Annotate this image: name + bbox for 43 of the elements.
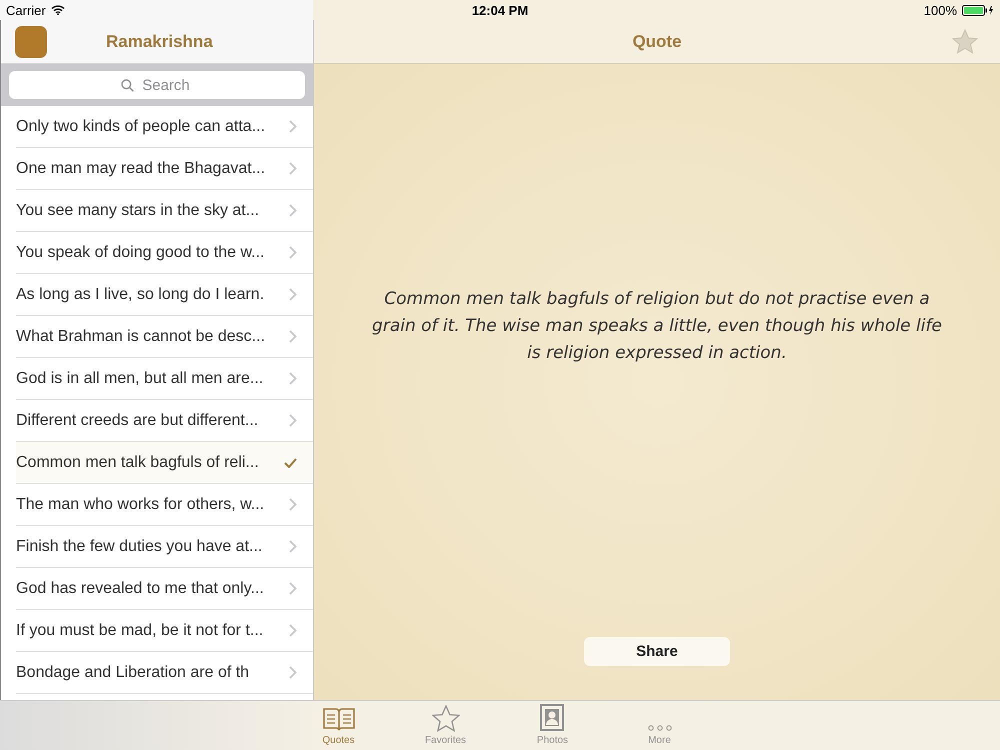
chevron-icon [289,540,297,553]
search-field[interactable]: Search [9,71,305,99]
detail-title: Quote [632,32,682,52]
quote-list-item[interactable]: If you must be mad, be it not for t... [16,610,313,652]
book-icon [322,706,356,732]
quote-list-item[interactable]: You see many stars in the sky at... [16,190,313,232]
portrait-frame-icon [540,704,566,732]
chevron-icon [289,162,297,175]
quote-list-item[interactable]: The man who works for others, w... [16,484,313,526]
quote-list-item[interactable]: Bondage and Liberation are of th [16,652,313,694]
chevron-icon [289,246,297,259]
star-icon [432,705,460,732]
checkmark-icon [284,458,297,468]
star-icon[interactable] [952,29,978,54]
chevron-icon [289,498,297,511]
chevron-icon [289,624,297,637]
chevron-icon [289,582,297,595]
carrier-label: Carrier [6,2,46,18]
wifi-icon [50,5,65,15]
chevron-icon [289,414,297,427]
status-time: 12:04 PM [472,2,528,18]
chevron-icon [289,330,297,343]
quote-list-item[interactable]: One man may read the Bhagavat... [16,148,313,190]
chevron-icon [289,204,297,217]
sidebar-title: Ramakrishna [106,32,213,52]
quote-list-item[interactable]: What Brahman is cannot be desc... [16,316,313,358]
chevron-icon [289,372,297,385]
battery-percent: 100% [924,2,957,18]
chevron-icon [289,288,297,301]
quote-list-item[interactable]: Only two kinds of people can atta... [16,106,313,148]
chevron-icon [289,120,297,133]
chevron-icon [289,666,297,679]
battery-icon [962,4,994,16]
quote-list-item[interactable]: God has revealed to me that only... [16,568,313,610]
quote-list-item[interactable]: You speak of doing good to the w... [16,232,313,274]
quote-list-item[interactable]: Common men talk bagfuls of reli... [16,442,313,484]
share-button[interactable]: Share [584,637,730,666]
app-avatar[interactable] [15,26,47,58]
more-icon [646,724,672,732]
quote-list-item[interactable]: God is in all men, but all men are... [16,358,313,400]
quote-list-item[interactable]: As long as I live, so long do I learn. [16,274,313,316]
quote-text: Common men talk bagfuls of religion but do not practise even a grain of it. The wise man speaks a little, even though his whole life is religion expressed in action. [371,288,943,365]
quote-list-item[interactable]: Finish the few duties you have at... [16,526,313,568]
